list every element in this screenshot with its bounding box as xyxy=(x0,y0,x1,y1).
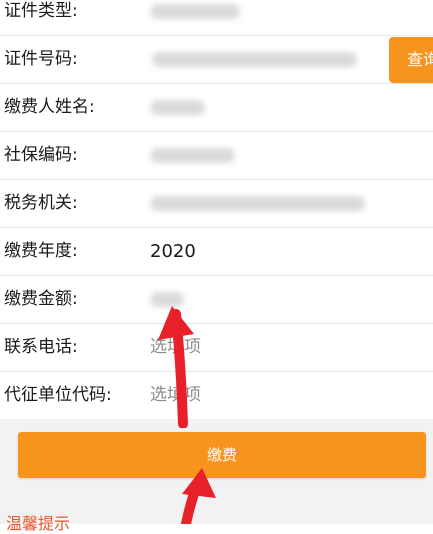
redacted-payer-name xyxy=(150,100,205,115)
pay-button[interactable]: 缴费 xyxy=(18,432,426,478)
payment-year-label: 缴费年度: xyxy=(4,241,78,261)
id-number-label: 证件号码: xyxy=(4,49,78,69)
row-id-number[interactable]: 证件号码: xyxy=(0,36,433,84)
redacted-id-number xyxy=(152,52,357,67)
redacted-payment-amount xyxy=(150,292,184,307)
row-contact-phone[interactable]: 联系电话: 选填项 xyxy=(0,324,433,372)
collection-unit-code-input[interactable]: 选填项 xyxy=(150,372,201,419)
row-tax-authority: 税务机关: xyxy=(0,180,433,228)
query-button[interactable]: 查询 xyxy=(389,37,433,83)
row-id-type[interactable]: 证件类型: xyxy=(0,0,433,36)
row-collection-unit-code[interactable]: 代征单位代码: 选填项 xyxy=(0,372,433,420)
payment-amount-label: 缴费金额: xyxy=(4,289,78,309)
contact-phone-input[interactable]: 选填项 xyxy=(150,324,201,371)
contact-phone-label: 联系电话: xyxy=(4,337,78,357)
row-payer-name: 缴费人姓名: xyxy=(0,84,433,132)
tips-link[interactable]: 温馨提示 xyxy=(6,510,70,534)
id-type-label: 证件类型: xyxy=(4,1,78,21)
payment-year-value: 2020 xyxy=(150,241,196,262)
social-security-code-label: 社保编码: xyxy=(4,145,78,165)
payer-name-label: 缴费人姓名: xyxy=(4,97,95,117)
redacted-tax-authority xyxy=(150,196,365,211)
collection-unit-code-label: 代征单位代码: xyxy=(4,385,112,405)
payment-form: 证件类型: 证件号码: 缴费人姓名: 社保编码: 税务机关: 缴费年度: 202… xyxy=(0,0,433,420)
redacted-social-security-code xyxy=(150,148,235,163)
row-social-security-code: 社保编码: xyxy=(0,132,433,180)
row-payment-year: 缴费年度: 2020 xyxy=(0,228,433,276)
redacted-id-type xyxy=(150,4,240,19)
tax-authority-label: 税务机关: xyxy=(4,193,78,213)
row-payment-amount: 缴费金额: xyxy=(0,276,433,324)
